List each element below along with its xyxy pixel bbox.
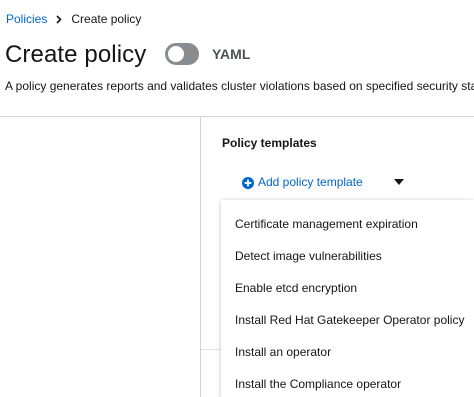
page-title: Create policy	[5, 41, 147, 68]
toggle-knob	[168, 46, 184, 62]
caret-down-icon[interactable]	[394, 179, 404, 185]
wizard-nav-pane	[0, 117, 200, 397]
menu-item-certificate-management-expiration[interactable]: Certificate management expiration	[221, 208, 474, 240]
menu-item-enable-etcd-encryption[interactable]: Enable etcd encryption	[221, 272, 474, 304]
breadcrumb-link-policies[interactable]: Policies	[6, 12, 47, 26]
plus-circle-icon	[242, 176, 254, 189]
yaml-toggle-label: YAML	[212, 46, 251, 62]
breadcrumb: Policies Create policy	[6, 12, 141, 26]
policy-templates-title: Policy templates	[222, 136, 317, 150]
menu-item-install-gatekeeper-operator-policy[interactable]: Install Red Hat Gatekeeper Operator poli…	[221, 304, 474, 336]
chevron-right-icon	[56, 14, 62, 24]
page-description: A policy generates reports and validates…	[5, 79, 474, 93]
menu-item-install-an-operator[interactable]: Install an operator	[221, 336, 474, 368]
add-policy-template-button[interactable]: Add policy template	[242, 175, 363, 189]
breadcrumb-current: Create policy	[71, 12, 142, 26]
menu-item-detect-image-vulnerabilities[interactable]: Detect image vulnerabilities	[221, 240, 474, 272]
policy-template-menu: Certificate management expiration Detect…	[221, 200, 474, 397]
add-policy-template-label: Add policy template	[258, 175, 363, 189]
menu-item-install-compliance-operator[interactable]: Install the Compliance operator	[221, 368, 474, 397]
yaml-toggle[interactable]	[165, 43, 199, 65]
content-divider	[201, 349, 221, 350]
